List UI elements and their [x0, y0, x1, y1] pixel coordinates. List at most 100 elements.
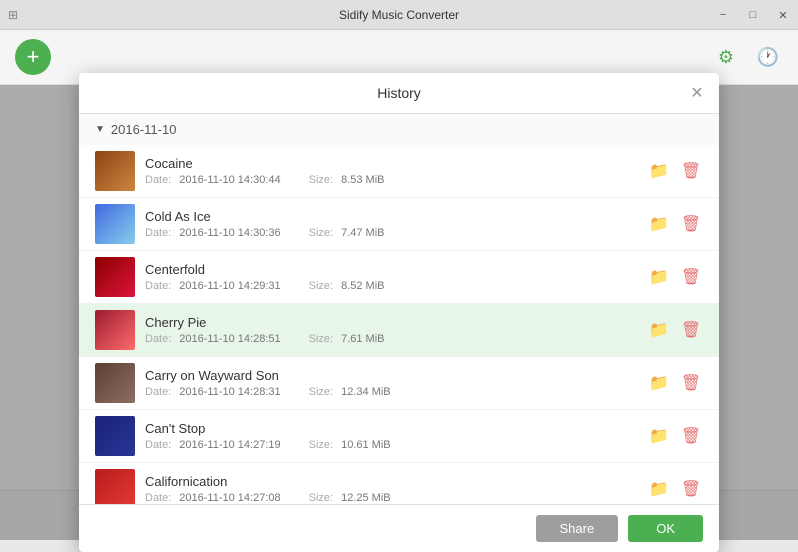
maximize-button[interactable]: □ — [738, 0, 768, 30]
song-meta: Date: 2016-11-10 14:30:36 Size: 7.47 MiB — [145, 227, 637, 239]
song-title: Cocaine — [145, 156, 637, 171]
size-label: Size: — [309, 280, 333, 292]
date-label: Date: — [145, 227, 171, 239]
add-button[interactable]: + — [15, 39, 51, 75]
song-thumbnail — [95, 257, 135, 297]
song-info: Cherry Pie Date: 2016-11-10 14:28:51 Siz… — [145, 315, 637, 345]
song-title: Centerfold — [145, 262, 637, 277]
song-title: Californication — [145, 474, 637, 489]
date-label: Date: — [145, 386, 171, 398]
app-window: ⊞ Sidify Music Converter − □ ✕ + ⚙ 🕐 Con… — [0, 0, 798, 540]
window-controls: − □ ✕ — [708, 0, 798, 30]
date-group-header: ▼ 2016-11-10 — [79, 114, 719, 145]
date-value: 2016-11-10 14:27:08 — [179, 492, 280, 504]
song-info: Californication Date: 2016-11-10 14:27:0… — [145, 474, 637, 504]
open-folder-button[interactable]: 📁 — [647, 424, 671, 448]
settings-button[interactable]: ⚙ — [711, 42, 741, 72]
thumb-inner — [95, 204, 135, 244]
history-dialog: History ✕ ▼ 2016-11-10 Cocaine — [79, 73, 719, 552]
song-actions: 📁 🗑 — [647, 318, 703, 342]
open-folder-button[interactable]: 📁 — [647, 265, 671, 289]
song-meta: Date: 2016-11-10 14:28:51 Size: 7.61 MiB — [145, 333, 637, 345]
song-title: Cold As Ice — [145, 209, 637, 224]
song-thumbnail — [95, 310, 135, 350]
song-item: Cherry Pie Date: 2016-11-10 14:28:51 Siz… — [79, 304, 719, 357]
open-folder-button[interactable]: 📁 — [647, 212, 671, 236]
date-value: 2016-11-10 14:27:19 — [179, 439, 280, 451]
song-thumbnail — [95, 204, 135, 244]
size-value: 7.61 MiB — [341, 333, 384, 345]
date-value: 2016-11-10 14:28:31 — [179, 386, 280, 398]
song-actions: 📁 🗑 — [647, 159, 703, 183]
song-actions: 📁 🗑 — [647, 265, 703, 289]
song-item: Can't Stop Date: 2016-11-10 14:27:19 Siz… — [79, 410, 719, 463]
size-value: 10.61 MiB — [341, 439, 391, 451]
song-thumbnail — [95, 151, 135, 191]
song-actions: 📁 🗑 — [647, 477, 703, 501]
size-value: 12.34 MiB — [341, 386, 391, 398]
song-meta: Date: 2016-11-10 14:27:08 Size: 12.25 Mi… — [145, 492, 637, 504]
song-title: Cherry Pie — [145, 315, 637, 330]
size-value: 8.52 MiB — [341, 280, 384, 292]
delete-button[interactable]: 🗑 — [679, 424, 703, 448]
size-label: Size: — [309, 333, 333, 345]
song-thumbnail — [95, 416, 135, 456]
size-value: 8.53 MiB — [341, 174, 384, 186]
size-label: Size: — [309, 492, 333, 504]
open-folder-button[interactable]: 📁 — [647, 477, 671, 501]
size-label: Size: — [309, 174, 333, 186]
song-item: Cold As Ice Date: 2016-11-10 14:30:36 Si… — [79, 198, 719, 251]
dialog-close-button[interactable]: ✕ — [687, 83, 707, 103]
share-button[interactable]: Share — [536, 515, 619, 542]
song-title: Carry on Wayward Son — [145, 368, 637, 383]
thumb-inner — [95, 310, 135, 350]
delete-button[interactable]: 🗑 — [679, 159, 703, 183]
dialog-title: History — [377, 85, 421, 101]
thumb-inner — [95, 363, 135, 403]
date-value: 2016-11-10 14:30:44 — [179, 174, 280, 186]
thumb-inner — [95, 416, 135, 456]
delete-button[interactable]: 🗑 — [679, 212, 703, 236]
song-thumbnail — [95, 363, 135, 403]
delete-button[interactable]: 🗑 — [679, 318, 703, 342]
delete-button[interactable]: 🗑 — [679, 477, 703, 501]
open-folder-button[interactable]: 📁 — [647, 371, 671, 395]
song-meta: Date: 2016-11-10 14:29:31 Size: 8.52 MiB — [145, 280, 637, 292]
ok-button[interactable]: OK — [628, 515, 703, 542]
open-folder-button[interactable]: 📁 — [647, 318, 671, 342]
close-button[interactable]: ✕ — [768, 0, 798, 30]
date-group-arrow: ▼ — [95, 124, 105, 135]
songs-container: Cocaine Date: 2016-11-10 14:30:44 Size: … — [79, 145, 719, 504]
songs-list[interactable]: ▼ 2016-11-10 Cocaine Date: 2016-11-10 14… — [79, 114, 719, 504]
delete-button[interactable]: 🗑 — [679, 265, 703, 289]
song-actions: 📁 🗑 — [647, 424, 703, 448]
song-info: Can't Stop Date: 2016-11-10 14:27:19 Siz… — [145, 421, 637, 451]
title-bar: ⊞ Sidify Music Converter − □ ✕ — [0, 0, 798, 30]
size-value: 12.25 MiB — [341, 492, 391, 504]
toolbar-right: ⚙ 🕐 — [711, 42, 783, 72]
song-meta: Date: 2016-11-10 14:28:31 Size: 12.34 Mi… — [145, 386, 637, 398]
song-actions: 📁 🗑 — [647, 212, 703, 236]
date-label: Date: — [145, 439, 171, 451]
song-info: Cocaine Date: 2016-11-10 14:30:44 Size: … — [145, 156, 637, 186]
title-bar-left: ⊞ — [8, 0, 18, 30]
window-icon: ⊞ — [8, 8, 18, 22]
song-meta: Date: 2016-11-10 14:30:44 Size: 8.53 MiB — [145, 174, 637, 186]
song-item: Centerfold Date: 2016-11-10 14:29:31 Siz… — [79, 251, 719, 304]
open-folder-button[interactable]: 📁 — [647, 159, 671, 183]
date-group-label: 2016-11-10 — [111, 122, 177, 137]
thumb-inner — [95, 151, 135, 191]
app-title: Sidify Music Converter — [339, 8, 459, 22]
song-info: Centerfold Date: 2016-11-10 14:29:31 Siz… — [145, 262, 637, 292]
dialog-header: History ✕ — [79, 73, 719, 114]
date-value: 2016-11-10 14:30:36 — [179, 227, 280, 239]
modal-overlay: History ✕ ▼ 2016-11-10 Cocaine — [0, 85, 798, 540]
dialog-footer: Share OK — [79, 504, 719, 552]
date-value: 2016-11-10 14:29:31 — [179, 280, 280, 292]
minimize-button[interactable]: − — [708, 0, 738, 30]
history-button[interactable]: 🕐 — [753, 42, 783, 72]
delete-button[interactable]: 🗑 — [679, 371, 703, 395]
date-label: Date: — [145, 280, 171, 292]
song-actions: 📁 🗑 — [647, 371, 703, 395]
size-value: 7.47 MiB — [341, 227, 384, 239]
